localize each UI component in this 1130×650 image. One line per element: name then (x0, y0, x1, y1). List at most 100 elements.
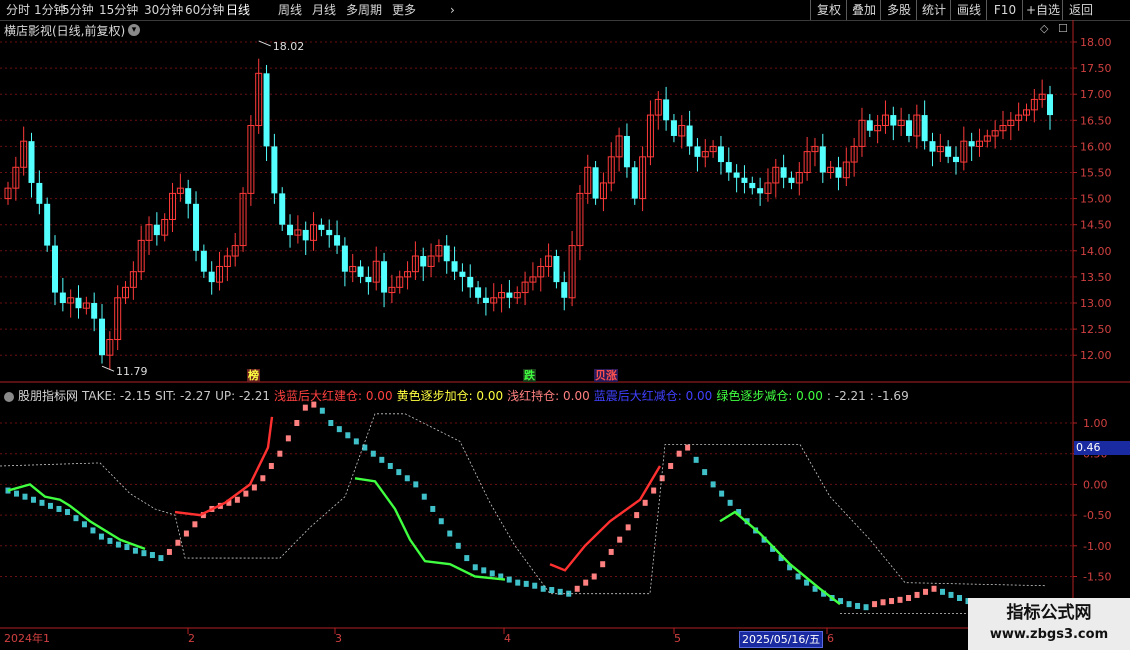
indicator-block (370, 450, 376, 457)
indicator-value: 蓝震后大红减仓: 0.00 (593, 389, 713, 403)
candle-body (670, 120, 677, 136)
candle-body (200, 250, 207, 272)
red-trend-line (174, 416, 274, 517)
low-marker (101, 365, 115, 372)
candle-body (1047, 94, 1053, 116)
candle-body (717, 146, 724, 163)
indicator-block (132, 547, 138, 554)
indicator-block (710, 481, 716, 488)
candle-body (52, 245, 59, 293)
indicator-block (923, 588, 929, 595)
indicator-block (727, 499, 733, 506)
indicator-block (22, 493, 28, 500)
indicator-block (158, 555, 164, 562)
indicator-block (506, 576, 512, 583)
indicator-block (532, 582, 538, 589)
candle-body (482, 297, 489, 303)
candle-body (318, 224, 325, 230)
candle-body (592, 167, 599, 199)
indicator-block (931, 585, 937, 592)
cursor-date: 2025/05/16/五 (739, 631, 824, 648)
indicator-value: : -1.69 (869, 389, 909, 403)
price-tick-label: 12.50 (1080, 323, 1112, 336)
indicator-block (251, 484, 257, 491)
price-tick-label: 17.50 (1080, 62, 1112, 75)
indicator-block (455, 542, 461, 549)
indicator-block (73, 515, 79, 522)
candle-body (921, 115, 928, 142)
candle-body (271, 146, 278, 194)
indicator-tick-label: -1.50 (1083, 571, 1111, 584)
candle-body (59, 292, 66, 303)
indicator-block (260, 475, 266, 482)
candle-body (459, 271, 466, 277)
candle-body (475, 287, 482, 298)
low-price-label: 11.79 (116, 365, 148, 378)
price-tick-label: 15.00 (1080, 193, 1112, 206)
candle-body (467, 276, 474, 288)
candle-body (263, 73, 270, 147)
indicator-block (914, 591, 920, 598)
candle-body (749, 182, 756, 189)
candle-body (381, 261, 388, 293)
indicator-block (880, 599, 886, 606)
indicator-block (30, 496, 36, 503)
price-tick-label: 17.00 (1080, 88, 1112, 101)
indicator-tick-label: -1.00 (1083, 540, 1111, 553)
indicator-block (719, 490, 725, 497)
indicator-block (362, 444, 368, 451)
indicator-block (906, 594, 912, 601)
indicator-tick-label: -0.50 (1083, 509, 1111, 522)
indicator-block (957, 594, 963, 601)
candle-body (788, 177, 795, 183)
indicator-value: TAKE: -2.15 (82, 389, 151, 403)
indicator-block (379, 456, 385, 463)
indicator-block (863, 604, 869, 611)
indicator-name: 股朋指标网 (18, 389, 79, 403)
candle-body (302, 229, 309, 241)
watermark-url: www.zbgs3.com (989, 627, 1109, 642)
indicator-block (183, 530, 189, 537)
candle-body (443, 245, 450, 262)
indicator-menu-icon[interactable] (4, 391, 14, 402)
indicator-block (889, 598, 895, 605)
indicator-block (676, 450, 682, 457)
indicator-value: UP: -2.21 (215, 389, 270, 403)
candle-body (28, 141, 35, 183)
price-tick-label: 16.50 (1080, 114, 1112, 127)
candle-body (623, 135, 630, 168)
price-tick-label: 12.00 (1080, 349, 1112, 362)
envelope-line (0, 413, 1046, 595)
indicator-block (277, 450, 283, 457)
candle-body (929, 141, 936, 152)
indicator-legend: 股朋指标网 TAKE: -2.15 SIT: -2.27 UP: -2.21 浅蓝后大红… (4, 387, 917, 404)
indicator-block (591, 573, 597, 580)
candle-body (334, 235, 341, 246)
indicator-block (702, 469, 708, 476)
indicator-block (948, 591, 954, 598)
date-label: 6 (827, 632, 834, 645)
indicator-block (387, 462, 393, 469)
indicator-block (107, 537, 113, 544)
candle-body (341, 245, 348, 272)
candle-body (420, 256, 427, 267)
indicator-block (438, 518, 444, 525)
indicator-block (243, 490, 249, 497)
indicator-value: SIT: -2.27 (154, 389, 212, 403)
indicator-block (634, 512, 640, 519)
indicator-block (141, 550, 147, 557)
price-tick-label: 14.50 (1080, 219, 1112, 232)
indicator-block (353, 438, 359, 445)
indicator-block (81, 521, 87, 528)
candle-body (193, 203, 200, 251)
indicator-block (489, 570, 495, 577)
indicator-block (98, 533, 104, 540)
candle-body (780, 167, 787, 178)
price-tick-label: 14.00 (1080, 245, 1112, 258)
indicator-block (795, 573, 801, 580)
indicator-block (574, 585, 580, 592)
candle-body (99, 318, 106, 356)
indicator-block (328, 420, 334, 426)
indicator-block (693, 456, 699, 463)
indicator-block (421, 493, 427, 500)
